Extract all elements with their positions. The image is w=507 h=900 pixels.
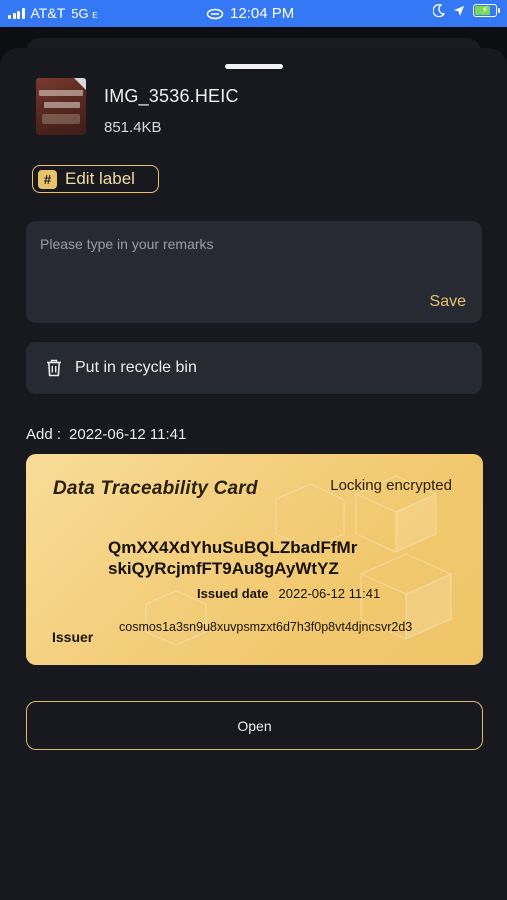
card-hash-line-1: QmXX4XdYhuSuBQLZbadFfMr xyxy=(108,538,358,557)
issued-date-value: 2022-06-12 11:41 xyxy=(278,586,381,601)
status-left: AT&T 5G E xyxy=(8,5,98,21)
file-thumbnail xyxy=(36,78,86,135)
edit-label-button[interactable]: # Edit label xyxy=(32,165,159,193)
add-label: Add : xyxy=(26,426,62,443)
card-hash-line-2: skiQyRcjmfFT9Au8gAyWtYZ xyxy=(108,559,339,578)
file-size: 851.4KB xyxy=(104,119,162,136)
add-date-row: Add : 2022-06-12 11:41 xyxy=(26,426,186,443)
card-hash: QmXX4XdYhuSuBQLZbadFfMr skiQyRcjmfFT9Au8… xyxy=(108,537,357,579)
card-issued-date: Issued date 2022-06-12 11:41 xyxy=(197,586,380,601)
sheet-grabber[interactable] xyxy=(225,64,283,69)
location-icon xyxy=(454,5,464,16)
issuer-value: cosmos1a3sn9u8xuvpsmzxt6d7h3f0p8vt4djncs… xyxy=(119,620,413,634)
issuer-label: Issuer xyxy=(52,629,94,645)
recycle-bin-label: Put in recycle bin xyxy=(75,359,197,376)
card-title: Data Traceability Card xyxy=(53,478,258,499)
status-bar: AT&T 5G E 12:04 PM ⚡ xyxy=(0,0,507,27)
clock: 12:04 PM xyxy=(230,5,295,22)
network-suffix: E xyxy=(92,10,98,20)
remarks-placeholder: Please type in your remarks xyxy=(40,236,214,252)
data-traceability-card: Data Traceability Card Locking encrypted… xyxy=(26,454,483,665)
hotspot-link-icon xyxy=(206,8,224,19)
network-label: 5G E xyxy=(71,6,97,21)
file-name: IMG_3536.HEIC xyxy=(104,86,239,106)
remarks-field[interactable]: Please type in your remarks Save xyxy=(26,221,482,323)
edit-label-text: Edit label xyxy=(65,169,135,188)
card-status: Locking encrypted xyxy=(330,477,452,494)
issued-date-label: Issued date xyxy=(197,586,269,601)
carrier-label: AT&T xyxy=(30,5,66,21)
save-button[interactable]: Save xyxy=(430,293,466,311)
status-right: ⚡ xyxy=(433,4,500,17)
open-button[interactable]: Open xyxy=(26,701,483,750)
moon-icon xyxy=(433,4,445,17)
status-center: 12:04 PM xyxy=(206,5,294,22)
hashtag-icon: # xyxy=(38,169,57,189)
battery-icon: ⚡ xyxy=(473,4,500,17)
recycle-bin-button[interactable]: Put in recycle bin xyxy=(26,342,482,394)
add-value: 2022-06-12 11:41 xyxy=(69,426,187,443)
network-type: 5G xyxy=(71,5,89,21)
trash-icon xyxy=(47,359,61,377)
signal-icon xyxy=(8,7,25,19)
